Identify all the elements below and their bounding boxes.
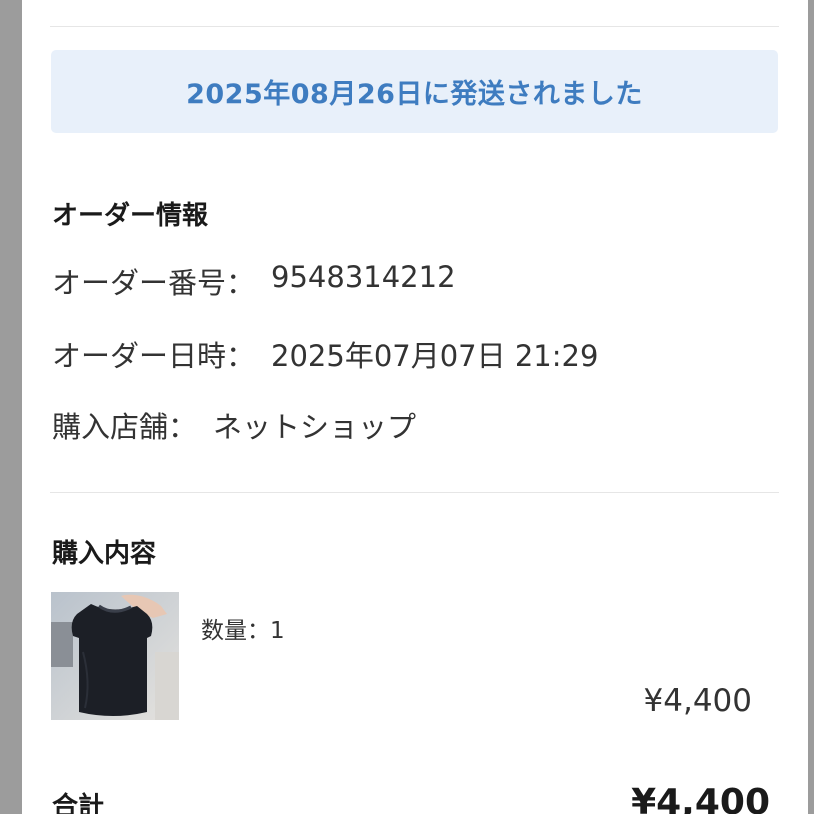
- purchase-contents-heading: 購入内容: [52, 539, 157, 569]
- tshirt-photo-icon: [51, 592, 179, 720]
- total-amount: ¥4,400: [631, 782, 770, 814]
- total-label: 合計: [52, 792, 105, 814]
- order-date-label: オーダー日時：: [52, 339, 256, 373]
- item-price: ¥4,400: [643, 683, 752, 719]
- divider: [50, 26, 779, 27]
- order-date-value: 2025年07月07日 21:29: [271, 339, 599, 373]
- order-number-row: オーダー番号： 9548314212: [52, 260, 456, 302]
- store-row: 購入店舗： ネットショップ: [52, 404, 416, 446]
- product-image[interactable]: [51, 592, 179, 720]
- divider: [50, 492, 779, 493]
- order-info-heading: オーダー情報: [52, 201, 209, 231]
- order-detail-sheet: 2025年08月26日に発送されました オーダー情報 オーダー番号： 95483…: [22, 0, 808, 814]
- order-number-value: 9548314212: [271, 260, 456, 294]
- store-value: ネットショップ: [213, 410, 417, 444]
- store-label: 購入店舗：: [52, 410, 198, 444]
- shipping-status-banner: 2025年08月26日に発送されました: [51, 50, 778, 133]
- order-number-label: オーダー番号：: [52, 266, 256, 300]
- order-date-row: オーダー日時： 2025年07月07日 21:29: [52, 333, 598, 375]
- shipping-status-text: 2025年08月26日に発送されました: [186, 79, 643, 110]
- quantity-text: 数量：1: [201, 618, 285, 644]
